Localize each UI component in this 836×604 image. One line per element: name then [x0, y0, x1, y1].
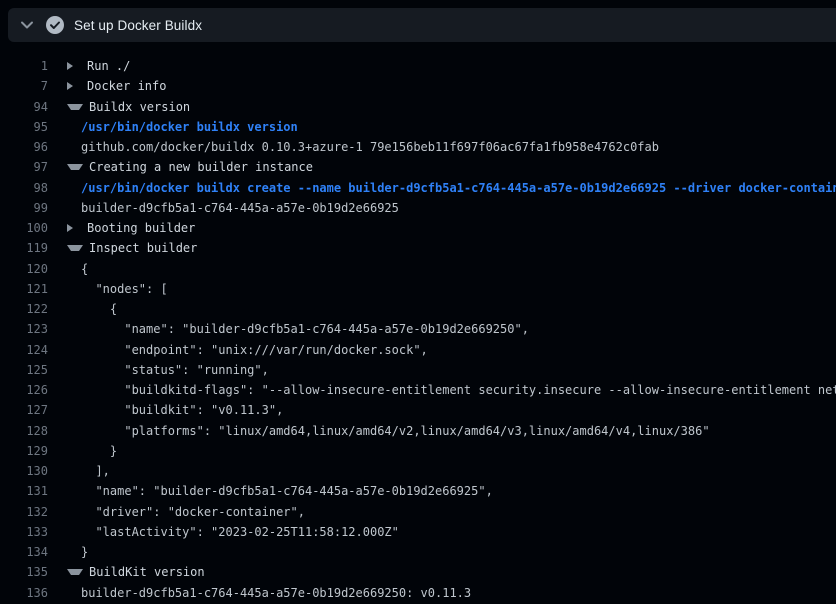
log-line-text: "buildkit": "v0.11.3", — [81, 403, 283, 417]
log-line-text: Creating a new builder instance — [89, 160, 313, 174]
chevron-expanded-icon[interactable] — [67, 164, 83, 170]
log-line: 95 /usr/bin/docker buildx version — [0, 117, 836, 137]
log-line[interactable]: 119 Inspect builder — [0, 238, 836, 258]
log-line-text: { — [81, 302, 117, 316]
line-number[interactable]: 129 — [0, 444, 48, 458]
line-number[interactable]: 122 — [0, 302, 48, 316]
line-number[interactable]: 126 — [0, 383, 48, 397]
chevron-expanded-icon[interactable] — [67, 569, 83, 575]
log-line[interactable]: 100 Booting builder — [0, 218, 836, 238]
log-line: 136 builder-d9cfb5a1-c764-445a-a57e-0b19… — [0, 583, 836, 603]
log-line-text: Docker info — [87, 79, 166, 93]
line-number[interactable]: 128 — [0, 424, 48, 438]
chevron-expanded-icon[interactable] — [67, 245, 83, 251]
actions-log-page: Set up Docker Buildx 1 Run ./ 7 Docker i… — [0, 0, 836, 604]
log-line: 128 "platforms": "linux/amd64,linux/amd6… — [0, 421, 836, 441]
line-number[interactable]: 134 — [0, 545, 48, 559]
line-number[interactable]: 98 — [0, 181, 48, 195]
line-number[interactable]: 133 — [0, 525, 48, 539]
chevron-collapsed-icon[interactable] — [67, 62, 81, 70]
log-line: 122 { — [0, 299, 836, 319]
log-line-text: "name": "builder-d9cfb5a1-c764-445a-a57e… — [81, 484, 493, 498]
line-number[interactable]: 131 — [0, 484, 48, 498]
line-number[interactable]: 135 — [0, 565, 48, 579]
log-line-text: ], — [81, 464, 110, 478]
log-line-text: Run ./ — [87, 59, 130, 73]
line-number[interactable]: 100 — [0, 221, 48, 235]
log-line[interactable]: 7 Docker info — [0, 76, 836, 96]
log-line-text: "endpoint": "unix:///var/run/docker.sock… — [81, 343, 428, 357]
line-number[interactable]: 95 — [0, 120, 48, 134]
log-line[interactable]: 135 BuildKit version — [0, 562, 836, 582]
log-line-text: builder-d9cfb5a1-c764-445a-a57e-0b19d2e6… — [81, 201, 399, 215]
line-number[interactable]: 124 — [0, 343, 48, 357]
line-number[interactable]: 127 — [0, 403, 48, 417]
chevron-expanded-icon[interactable] — [67, 104, 83, 110]
log-line-text: builder-d9cfb5a1-c764-445a-a57e-0b19d2e6… — [81, 586, 471, 600]
log-line-text: /usr/bin/docker buildx version — [81, 120, 298, 134]
log-line: 132 "driver": "docker-container", — [0, 502, 836, 522]
step-header[interactable]: Set up Docker Buildx — [8, 8, 836, 42]
log-line-text: /usr/bin/docker buildx create --name bui… — [81, 181, 836, 195]
log-line-text: github.com/docker/buildx 0.10.3+azure-1 … — [81, 140, 659, 154]
line-number[interactable]: 96 — [0, 140, 48, 154]
log-line-text: "buildkitd-flags": "--allow-insecure-ent… — [81, 383, 836, 397]
step-title: Set up Docker Buildx — [74, 18, 202, 33]
log-line-text: } — [81, 444, 117, 458]
line-number[interactable]: 121 — [0, 282, 48, 296]
log-line: 96 github.com/docker/buildx 0.10.3+azure… — [0, 137, 836, 157]
log-line-text: Buildx version — [89, 100, 190, 114]
chevron-down-icon[interactable] — [20, 20, 34, 30]
log-line: 99 builder-d9cfb5a1-c764-445a-a57e-0b19d… — [0, 198, 836, 218]
log-line: 124 "endpoint": "unix:///var/run/docker.… — [0, 340, 836, 360]
line-number[interactable]: 136 — [0, 586, 48, 600]
line-number[interactable]: 119 — [0, 241, 48, 255]
log-line: 127 "buildkit": "v0.11.3", — [0, 400, 836, 420]
log-line: 98 /usr/bin/docker buildx create --name … — [0, 178, 836, 198]
log-line-text: "driver": "docker-container", — [81, 505, 305, 519]
log-line-text: "name": "builder-d9cfb5a1-c764-445a-a57e… — [81, 322, 529, 336]
chevron-collapsed-icon[interactable] — [67, 82, 81, 90]
line-number[interactable]: 99 — [0, 201, 48, 215]
log-line-text: } — [81, 545, 88, 559]
line-number[interactable]: 130 — [0, 464, 48, 478]
log-line: 134 } — [0, 542, 836, 562]
log-line: 133 "lastActivity": "2023-02-25T11:58:12… — [0, 522, 836, 542]
log-line-text: Booting builder — [87, 221, 195, 235]
chevron-collapsed-icon[interactable] — [67, 224, 81, 232]
log-line-text: BuildKit version — [89, 565, 205, 579]
log-line-text: { — [81, 262, 88, 276]
line-number[interactable]: 1 — [0, 59, 48, 73]
log-line-text: "lastActivity": "2023-02-25T11:58:12.000… — [81, 525, 399, 539]
log-line[interactable]: 1 Run ./ — [0, 56, 836, 76]
log-line-text: "status": "running", — [81, 363, 269, 377]
log-line: 129 } — [0, 441, 836, 461]
line-number[interactable]: 132 — [0, 505, 48, 519]
line-number[interactable]: 94 — [0, 100, 48, 114]
line-number[interactable]: 7 — [0, 79, 48, 93]
log-line[interactable]: 97 Creating a new builder instance — [0, 157, 836, 177]
line-number[interactable]: 120 — [0, 262, 48, 276]
log-line: 123 "name": "builder-d9cfb5a1-c764-445a-… — [0, 319, 836, 339]
log-line: 130 ], — [0, 461, 836, 481]
log-line-text: "nodes": [ — [81, 282, 168, 296]
line-number[interactable]: 123 — [0, 322, 48, 336]
log-line-text: "platforms": "linux/amd64,linux/amd64/v2… — [81, 424, 710, 438]
log-line[interactable]: 94 Buildx version — [0, 97, 836, 117]
log-line: 126 "buildkitd-flags": "--allow-insecure… — [0, 380, 836, 400]
log-line: 121 "nodes": [ — [0, 279, 836, 299]
line-number[interactable]: 125 — [0, 363, 48, 377]
log-viewer: 1 Run ./ 7 Docker info 94 Buildx version… — [0, 56, 836, 603]
log-line: 131 "name": "builder-d9cfb5a1-c764-445a-… — [0, 481, 836, 501]
line-number[interactable]: 97 — [0, 160, 48, 174]
log-line: 125 "status": "running", — [0, 360, 836, 380]
log-line-text: Inspect builder — [89, 241, 197, 255]
check-circle-icon — [46, 16, 64, 34]
log-line: 120 { — [0, 259, 836, 279]
